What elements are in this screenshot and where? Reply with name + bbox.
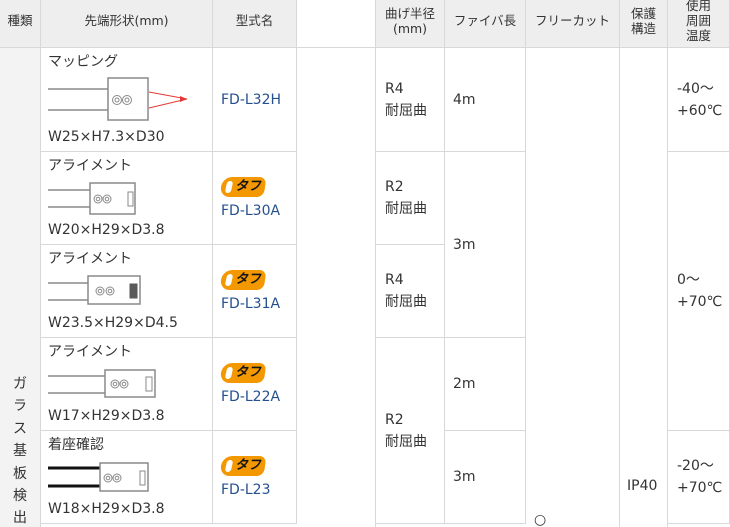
temperature-max: +70℃ <box>677 480 723 496</box>
fiber-length-value: 2m <box>453 376 476 392</box>
fiber-length-value: 3m <box>453 236 476 253</box>
model-cell: タフ FD-L31A <box>213 245 297 338</box>
header-fiber-length: ファイバ長 <box>445 0 526 48</box>
temperature-cell: -20～ +70℃ <box>668 431 730 524</box>
sensor-head <box>104 369 156 398</box>
header-bend-radius: 曲げ半径 (mm) <box>376 0 445 48</box>
free-cut-mark: ○ <box>534 512 547 527</box>
header-temperature-line3: 温度 <box>685 28 711 43</box>
temperature-max: +70℃ <box>677 294 723 310</box>
tip-shape-cell: 着座確認 W18×H29×D3.8 <box>41 431 213 524</box>
bend-radius-value: R2 <box>385 179 404 195</box>
tough-badge-label: タフ <box>235 272 262 287</box>
model-cell: タフ FD-L32H <box>213 48 297 152</box>
header-tip-shape: 先端形状(mm) <box>41 0 213 48</box>
beam-arrowhead <box>180 96 187 102</box>
protection-cell: IP40 <box>620 48 668 527</box>
bend-radius-value: R4 <box>385 272 404 288</box>
header-temperature: 使用 周囲 温度 <box>668 0 730 48</box>
tough-badge: タフ <box>219 177 267 197</box>
temperature-cell: 0～ +70℃ <box>668 152 730 431</box>
header-fiber-length-label: ファイバ長 <box>453 13 517 28</box>
header-protection: 保護 構造 <box>620 0 668 48</box>
fiber-length-cell: 3m <box>445 431 526 524</box>
header-bend-radius-label: 曲げ半径 <box>384 5 435 21</box>
tough-badge-label: タフ <box>235 179 262 194</box>
tip-dimensions: W25×H7.3×D30 <box>48 129 165 145</box>
bend-radius-note: 耐屈曲 <box>385 201 427 217</box>
model-cell: タフ FD-L22A <box>213 338 297 431</box>
model-link[interactable]: FD-L31A <box>221 296 280 312</box>
sensor-head <box>99 462 149 492</box>
protection-value: IP40 <box>627 478 658 494</box>
tough-badge: タフ <box>219 456 267 476</box>
bend-radius-cell: R2 耐屈曲 <box>376 152 445 245</box>
sensor-head <box>107 77 149 121</box>
bend-radius-note: 耐屈曲 <box>385 102 427 119</box>
header-type-label: 種類 <box>7 13 33 28</box>
free-cut-cell: ○ <box>526 48 620 527</box>
tough-badge: タフ <box>219 270 267 290</box>
category-cell: ガラス基板検出 <box>0 48 41 527</box>
header-blank <box>297 0 376 48</box>
tip-shape-cell: アライメント W20×H29×D3.8 <box>41 152 213 245</box>
model-link[interactable]: FD-L32H <box>221 92 281 108</box>
model-link[interactable]: FD-L22A <box>221 389 280 405</box>
header-protection-line2: 構造 <box>630 20 656 36</box>
head-tab <box>129 283 138 299</box>
tip-shape-cell: マッピング W25×H7.3×D30 <box>41 48 213 152</box>
bend-radius-note: 耐屈曲 <box>385 433 427 450</box>
tip-shape-cell: アライメント W17×H29×D3.8 <box>41 338 213 431</box>
header-free-cut-label: フリーカット <box>534 13 610 28</box>
header-protection-line1: 保護 <box>630 5 656 21</box>
bend-radius-value: R4 <box>385 80 404 97</box>
tip-shape-label: マッピング <box>48 54 118 70</box>
tip-shape-label: 着座確認 <box>48 437 104 453</box>
bend-radius-cell: R4 耐屈曲 <box>376 245 445 338</box>
tough-badge: タフ <box>219 363 267 383</box>
model-link[interactable]: FD-L30A <box>221 203 280 219</box>
header-free-cut: フリーカット <box>526 0 620 48</box>
tip-shape-label: アライメント <box>48 251 132 267</box>
bend-radius-note: 耐屈曲 <box>385 294 427 310</box>
tip-dimensions: W20×H29×D3.8 <box>48 222 165 238</box>
temperature-min: -20～ <box>677 458 714 474</box>
header-model: 型式名 <box>213 0 297 48</box>
header-model-label: 型式名 <box>235 13 274 28</box>
header-bend-radius-unit: (mm) <box>392 20 428 36</box>
fiber-length-cell: 4m <box>445 48 526 152</box>
bend-radius-value: R2 <box>385 411 404 428</box>
temperature-max: +60℃ <box>677 102 723 119</box>
fiber-length-value: 3m <box>453 469 476 485</box>
temperature-min: -40～ <box>677 80 714 97</box>
model-cell: タフ FD-L30A <box>213 152 297 245</box>
blank-cell <box>297 48 376 527</box>
tip-shape-label: アライメント <box>48 158 132 174</box>
fiber-length-cell: 2m <box>445 338 526 431</box>
temperature-cell: -40～ +60℃ <box>668 48 730 152</box>
fiber-length-cell: 3m <box>445 152 526 338</box>
header-type: 種類 <box>0 0 41 48</box>
tip-dimensions: W23.5×H29×D4.5 <box>48 315 178 331</box>
bend-radius-cell: R2 耐屈曲 <box>376 338 445 524</box>
product-spec-table: 種類 先端形状(mm) 型式名 曲げ半径 (mm) ファイバ長 フリーカット 保… <box>0 0 730 527</box>
header-temperature-line1: 使用 <box>685 0 711 13</box>
category-label: ガラス基板検出 <box>13 376 27 527</box>
temperature-min: 0～ <box>677 272 700 288</box>
model-link[interactable]: FD-L23 <box>221 482 271 498</box>
header-temperature-line2: 周囲 <box>685 13 711 28</box>
tip-shape-label: アライメント <box>48 344 132 360</box>
header-tip-shape-label: 先端形状(mm) <box>84 13 169 28</box>
tip-dimensions: W18×H29×D3.8 <box>48 501 165 517</box>
tip-dimensions: W17×H29×D3.8 <box>48 408 165 424</box>
tough-badge-label: タフ <box>235 458 262 473</box>
tip-shape-cell: アライメント W23.5×H29×D4.5 <box>41 245 213 338</box>
model-cell: タフ FD-L23 <box>213 431 297 524</box>
bend-radius-cell: R4 耐屈曲 <box>376 48 445 152</box>
tough-badge-label: タフ <box>235 365 262 380</box>
fiber-length-value: 4m <box>453 91 476 108</box>
